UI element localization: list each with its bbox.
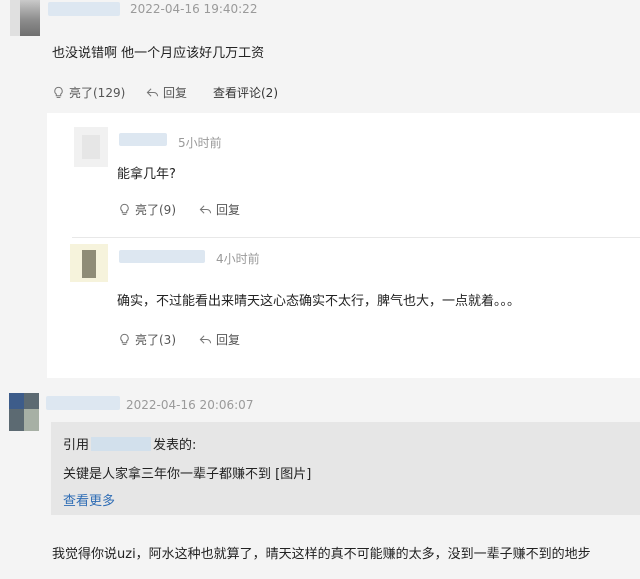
quote-suffix: 发表的:	[153, 438, 197, 453]
reply-button[interactable]: 回复	[146, 84, 187, 101]
comment-text: 我觉得你说uzi，阿水这种也就算了，晴天这样的真不可能赚的太多，没到一辈子赚不到…	[52, 547, 591, 562]
reply-button[interactable]: 回复	[199, 331, 240, 348]
like-button[interactable]: 亮了(9)	[118, 201, 176, 218]
comment-text: 也没说错啊 他一个月应该好几万工资	[52, 46, 265, 61]
reply-arrow-icon	[199, 205, 212, 214]
reply-text: 能拿几年?	[117, 167, 176, 182]
like-count: 亮了(9)	[135, 203, 176, 217]
avatar[interactable]	[74, 127, 108, 167]
view-replies-link[interactable]: 查看评论(2)	[213, 84, 278, 101]
quoted-username-masked[interactable]	[91, 436, 152, 451]
quote-prefix: 引用	[63, 438, 90, 453]
like-count: 亮了(129)	[69, 86, 126, 100]
comment-timestamp: 2022-04-16 19:40:22	[130, 2, 258, 16]
lightbulb-icon	[120, 333, 129, 345]
comment-timestamp: 2022-04-16 20:06:07	[126, 398, 254, 412]
avatar[interactable]	[9, 393, 39, 431]
like-button[interactable]: 亮了(129)	[52, 84, 125, 101]
reply-label: 回复	[163, 86, 188, 100]
reply-text: 确实，不过能看出来晴天这心态确实不太行，脾气也大，一点就着。。。	[117, 294, 521, 309]
reply-arrow-icon	[146, 88, 159, 97]
avatar[interactable]	[70, 244, 108, 282]
like-button[interactable]: 亮了(3)	[118, 331, 176, 348]
reply-label: 回复	[216, 333, 241, 347]
username-masked[interactable]	[46, 396, 120, 410]
reply-arrow-icon	[199, 335, 212, 344]
quote-block: 引用 发表的: 关键是人家拿三年你一辈子都赚不到 [图片] 查看更多	[51, 422, 640, 515]
quote-text: 关键是人家拿三年你一辈子都赚不到 [图片]	[63, 467, 312, 482]
username-masked[interactable]	[119, 250, 205, 263]
quote-header: 引用 发表的:	[63, 434, 196, 453]
view-more-link[interactable]: 查看更多	[63, 490, 115, 509]
username-masked[interactable]	[48, 2, 120, 16]
like-count: 亮了(3)	[135, 333, 176, 347]
lightbulb-icon	[54, 86, 63, 98]
reply-button[interactable]: 回复	[199, 201, 240, 218]
reply-time: 5小时前	[178, 136, 222, 150]
username-masked[interactable]	[119, 133, 167, 146]
reply-time: 4小时前	[216, 252, 260, 266]
reply-label: 回复	[216, 203, 241, 217]
reply-divider	[72, 237, 640, 238]
avatar[interactable]	[10, 0, 40, 36]
lightbulb-icon	[120, 203, 129, 215]
